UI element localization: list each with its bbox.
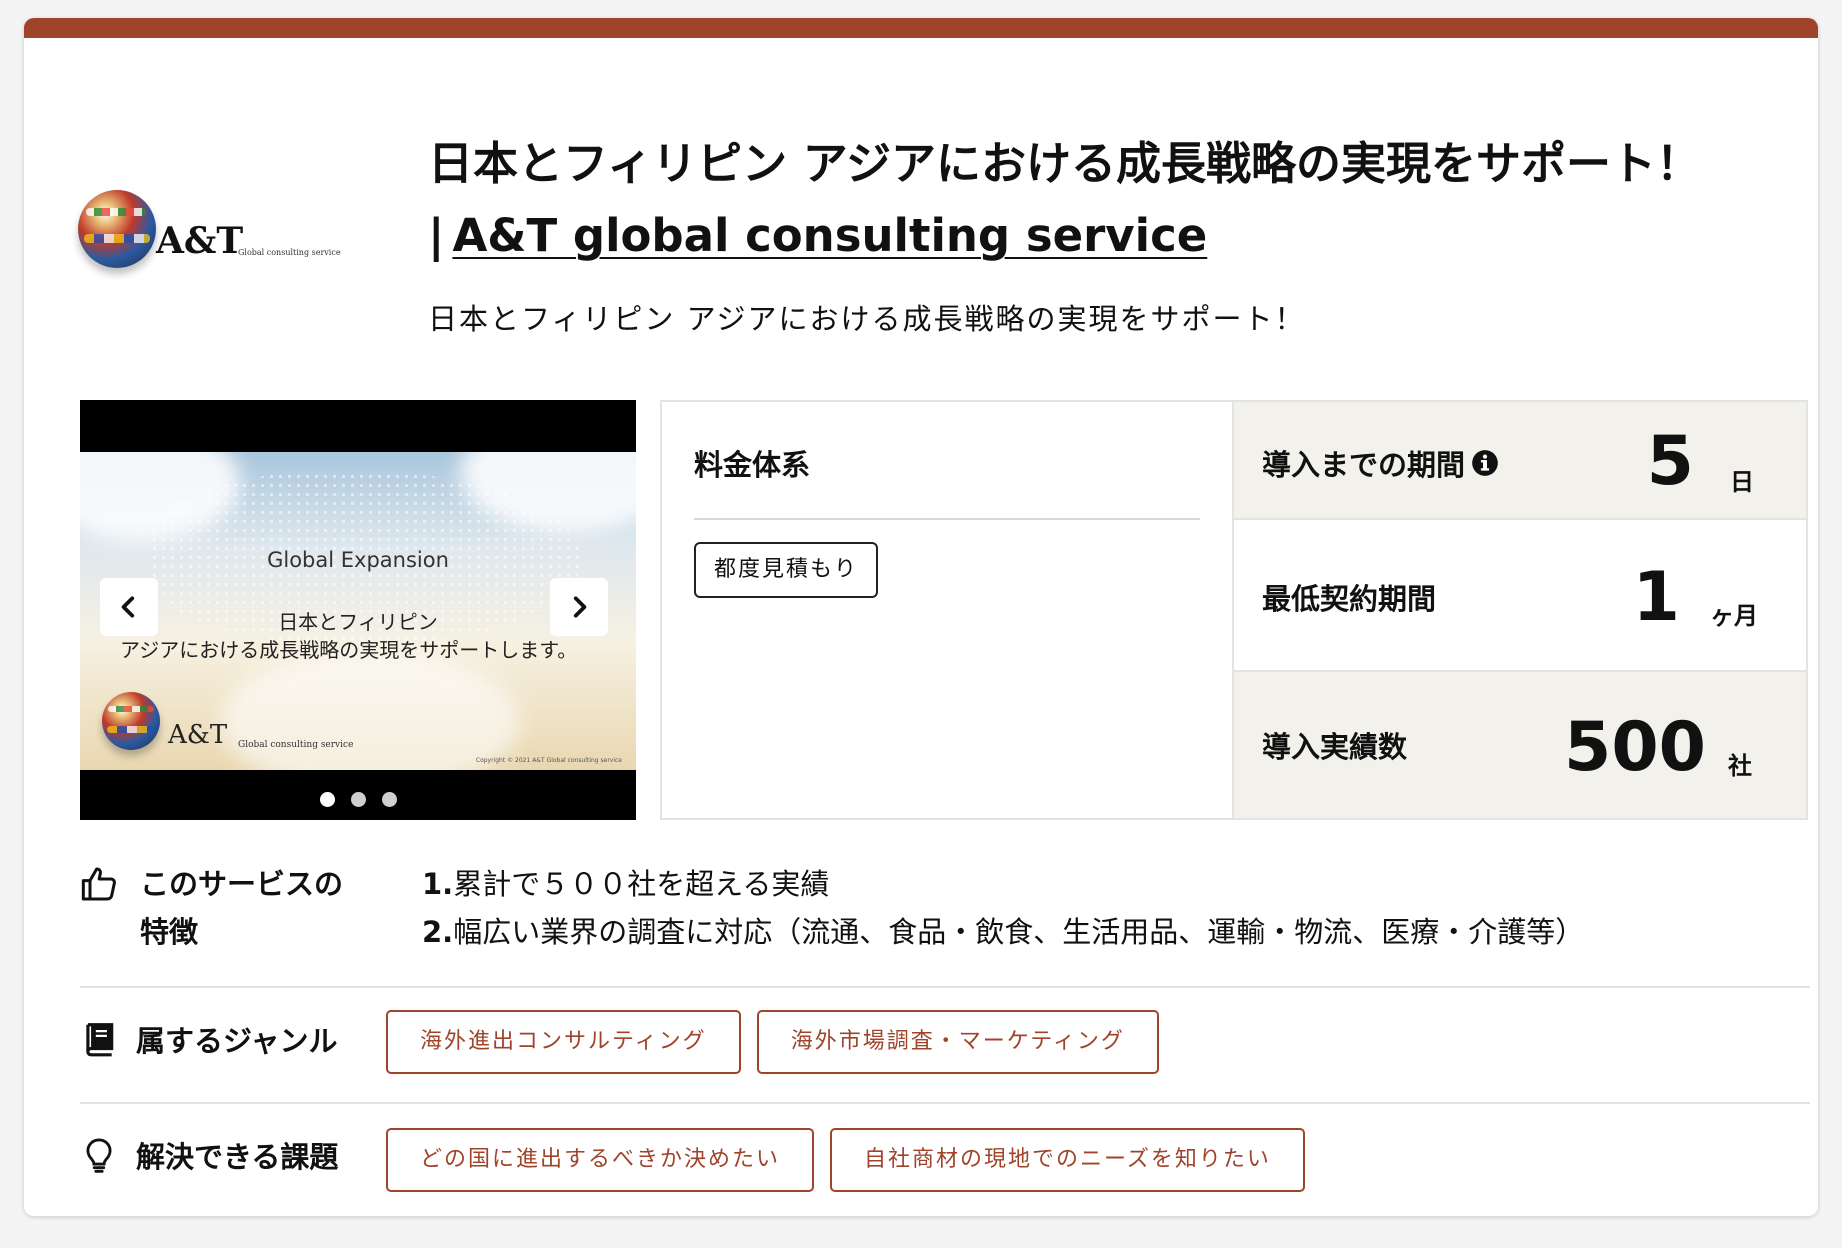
features-label-line1: このサービスの [140,867,344,901]
logo-subtext: Global consulting service [238,248,341,257]
pricing-tag: 都度見積もり [694,542,879,598]
feature-text: 幅広い業界の調査に対応（流通、食品・飲食、生活用品、運輸・物流、医療・介護等） [453,915,1585,949]
features-section: このサービスの 特徴 1.累計で５００社を超える実績 2.幅広い業界の調査に対応… [80,860,1810,960]
page-subtitle: 日本とフィリピン アジアにおける成長戦略の実現をサポート！ [428,302,1306,336]
genre-tags: 海外進出コンサルティング 海外市場調査・マーケティング [386,1010,1159,1074]
stat-label: 最低契約期間 [1262,582,1437,616]
issues-label: 解決できる課題 [80,1134,338,1176]
stat-unit: 社 [1728,752,1752,780]
stat-min-contract: 最低契約期間 1 ヶ月 [1234,520,1806,670]
carousel-prev-button[interactable] [100,578,158,636]
feature-text: 累計で５００社を超える実績 [453,867,830,901]
pricing-panel: 料金体系 都度見積もり [660,400,1232,820]
stat-value: 5 [1646,422,1694,501]
divider [80,1102,1810,1104]
stat-unit: ヶ月 [1710,602,1758,630]
chevron-right-icon [573,596,587,618]
features-list: 1.累計で５００社を超える実績 2.幅広い業界の調査に対応（流通、食品・飲食、生… [422,860,1584,956]
slide-logo: A&T Global consulting service [102,692,362,762]
slide-heading: Global Expansion [267,548,449,572]
lightbulb-icon [86,1138,112,1173]
logo-text: A&T [156,220,244,262]
chevron-left-icon [121,596,135,618]
features-label-line2: 特徴 [140,915,199,949]
title-line1: 日本とフィリピン アジアにおける成長戦略の実現をサポート！ [428,137,1701,190]
accent-bar [24,18,1818,38]
issue-tag[interactable]: 自社商材の現地でのニーズを知りたい [830,1128,1305,1192]
stat-value: 500 [1564,708,1706,787]
carousel-dot[interactable] [319,792,335,807]
genre-label-text: 属するジャンル [136,1024,338,1058]
feature-item: 2.幅広い業界の調査に対応（流通、食品・飲食、生活用品、運輸・物流、医療・介護等… [422,908,1584,956]
title-separator: | [428,209,445,262]
stat-value: 1 [1632,558,1680,637]
pricing-heading: 料金体系 [694,448,811,482]
stat-label: 導入実績数 [1262,730,1408,764]
stat-lead-time: 導入までの期間 5 日 [1234,402,1806,518]
thumbs-up-icon [81,867,116,901]
carousel-next-button[interactable] [550,578,608,636]
genre-tag[interactable]: 海外進出コンサルティング [386,1010,741,1074]
stat-track-record: 導入実績数 500 社 [1234,672,1806,818]
feature-number: 1. [422,867,454,901]
carousel-dot[interactable] [350,792,366,807]
slide-logo-subtext: Global consulting service [238,740,354,750]
globe-icon [78,190,156,268]
company-logo[interactable]: A&T Global consulting service [78,180,378,290]
carousel-dot[interactable] [381,792,397,807]
features-label: このサービスの 特徴 [140,860,380,956]
divider [80,986,1810,988]
globe-icon [102,692,160,750]
divider [694,518,1200,520]
info-icon[interactable] [1471,449,1499,477]
carousel-indicators [80,792,636,807]
page-title: 日本とフィリピン アジアにおける成長戦略の実現をサポート！ | A&T globa… [428,128,1808,272]
slide-text-line2: アジアにおける成長戦略の実現をサポートします。 [120,638,578,662]
feature-number: 2. [422,915,454,949]
genre-label: 属するジャンル [80,1018,338,1060]
image-carousel: Global Expansion 日本とフィリピン アジアにおける成長戦略の実現… [80,400,636,820]
issue-tags: どの国に進出するべきか決めたい 自社商材の現地でのニーズを知りたい [386,1128,1305,1192]
service-card: A&T Global consulting service 日本とフィリピン ア… [24,18,1818,1216]
slide-logo-text: A&T [168,720,228,750]
stat-unit: 日 [1730,468,1754,496]
stat-label-text: 導入までの期間 [1262,448,1466,482]
company-name-link[interactable]: A&T global consulting service [452,209,1207,262]
issues-label-text: 解決できる課題 [136,1140,339,1174]
feature-item: 1.累計で５００社を超える実績 [422,860,1584,908]
book-icon [86,1023,114,1057]
issue-tag[interactable]: どの国に進出するべきか決めたい [386,1128,815,1192]
stat-label: 導入までの期間 [1262,442,1499,484]
slide-copyright: Copyright © 2021 A&T Global consulting s… [475,757,622,764]
genre-tag[interactable]: 海外市場調査・マーケティング [756,1010,1159,1074]
stats-panel: 導入までの期間 5 日 最低契約期間 1 ヶ月 導入実績数 500 社 [1232,400,1808,820]
